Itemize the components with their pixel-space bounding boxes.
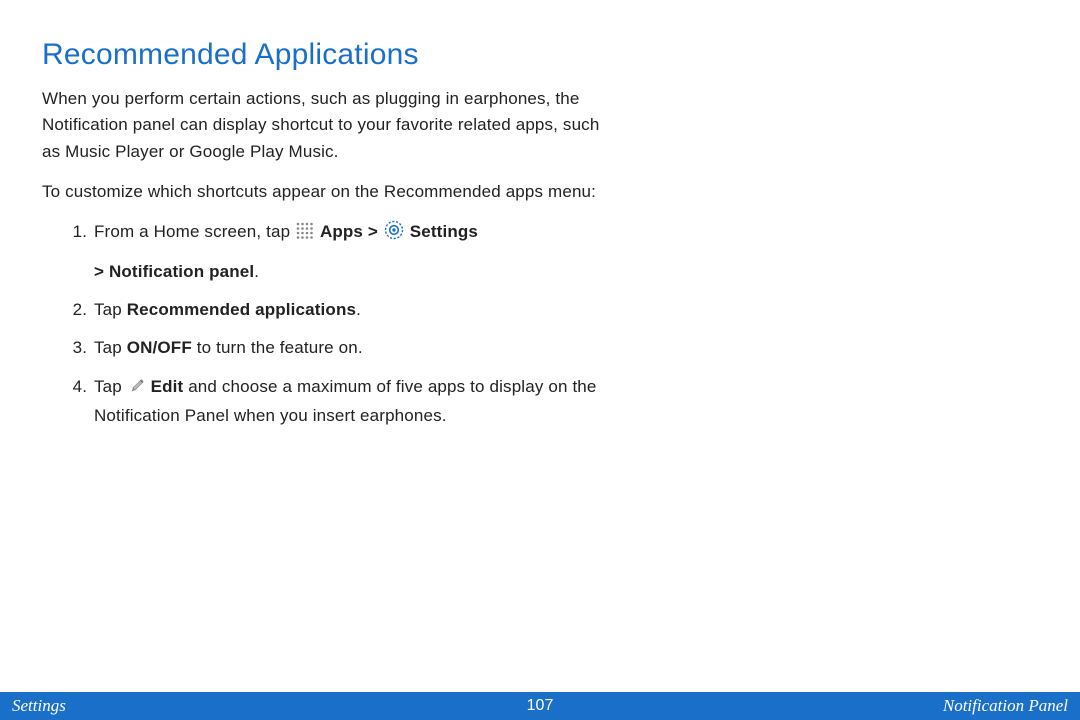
- document-page: Recommended Applications When you perfor…: [0, 0, 1080, 720]
- step-2-pre: Tap: [94, 300, 127, 319]
- settings-gear-icon: [384, 220, 404, 248]
- step-3: Tap ON/OFF to turn the feature on.: [92, 335, 602, 361]
- step-2-post: .: [356, 300, 361, 319]
- step-4: Tap Edit and choose a maximum of five ap…: [92, 374, 602, 430]
- step-1-gt: >: [368, 222, 383, 241]
- step-1-text-pre: From a Home screen, tap: [94, 222, 295, 241]
- apps-grid-icon: [296, 222, 314, 248]
- step-2-bold: Recommended applications: [127, 300, 356, 319]
- step-3-post: to turn the feature on.: [192, 338, 363, 357]
- page-footer: Settings 107 Notification Panel: [0, 692, 1080, 720]
- step-1-apps-label: Apps: [320, 222, 363, 241]
- step-2: Tap Recommended applications.: [92, 297, 602, 323]
- step-3-bold: ON/OFF: [127, 338, 192, 357]
- step-4-pre: Tap: [94, 377, 127, 396]
- step-1-period: .: [254, 262, 259, 281]
- pencil-edit-icon: [128, 377, 145, 403]
- step-3-pre: Tap: [94, 338, 127, 357]
- intro-paragraph-2: To customize which shortcuts appear on t…: [42, 179, 602, 205]
- step-1-notif-label: Notification panel: [109, 262, 254, 281]
- footer-page-number: 107: [0, 697, 1080, 715]
- step-4-edit-label: Edit: [151, 377, 184, 396]
- content-column: Recommended Applications When you perfor…: [42, 38, 602, 441]
- intro-paragraph-1: When you perform certain actions, such a…: [42, 86, 602, 165]
- steps-list: From a Home screen, tap Apps >: [42, 219, 602, 429]
- step-1-line-2: > Notification panel.: [94, 259, 602, 285]
- step-1-gt2: >: [94, 262, 109, 281]
- step-1: From a Home screen, tap Apps >: [92, 219, 602, 285]
- page-title: Recommended Applications: [42, 38, 602, 72]
- step-1-settings-label: Settings: [410, 222, 478, 241]
